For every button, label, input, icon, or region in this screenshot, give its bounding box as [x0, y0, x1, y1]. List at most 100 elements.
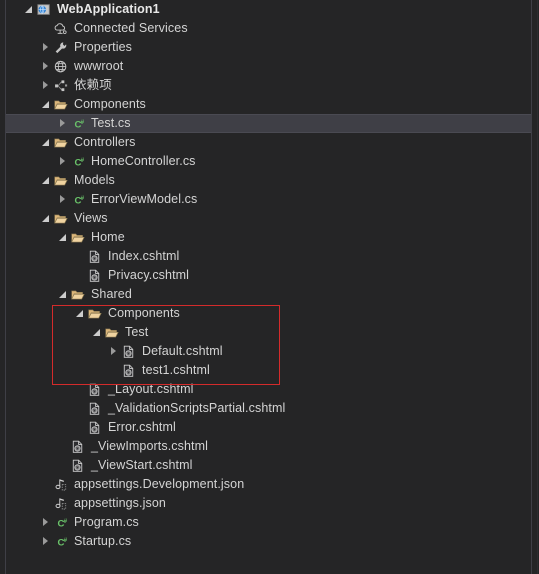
svg-text:#: # [64, 518, 68, 525]
razor-file-icon: @ [87, 418, 104, 437]
tree-item[interactable]: Views [6, 209, 531, 228]
folder-open-icon [70, 285, 87, 304]
tree-item-label: Startup.cs [74, 534, 132, 548]
tree-item-label: wwwroot [74, 59, 124, 73]
tree-item[interactable]: @ Privacy.cshtml [6, 266, 531, 285]
svg-text:#: # [81, 119, 85, 126]
chevron-right-icon[interactable] [39, 532, 53, 551]
chevron-down-icon[interactable] [56, 285, 70, 304]
tree-item[interactable]: @ test1.cshtml [6, 361, 531, 380]
tree-item-label: Index.cshtml [108, 249, 180, 263]
chevron-right-icon[interactable] [39, 57, 53, 76]
tree-item[interactable]: Models [6, 171, 531, 190]
chevron-right-icon[interactable] [39, 38, 53, 57]
tree-item[interactable]: C # ErrorViewModel.cs [6, 190, 531, 209]
chevron-right-icon[interactable] [39, 76, 53, 95]
tree-item[interactable]: @ Index.cshtml [6, 247, 531, 266]
tree-item[interactable]: Controllers [6, 133, 531, 152]
chevron-down-icon[interactable] [39, 171, 53, 190]
tree-item[interactable]: Home [6, 228, 531, 247]
tree-item[interactable]: @ _ViewImports.cshtml [6, 437, 531, 456]
tree-item[interactable]: C # Startup.cs [6, 532, 531, 551]
tree-item-label: Test.cs [91, 116, 131, 130]
csharp-file-icon: C # [70, 190, 87, 209]
chevron-right-icon[interactable] [56, 152, 70, 171]
tree-item-label: test1.cshtml [142, 363, 210, 377]
tree-item-label: _ViewImports.cshtml [91, 439, 208, 453]
tree-item[interactable]: appsettings.Development.json [6, 475, 531, 494]
tree-item[interactable]: Shared [6, 285, 531, 304]
tree-item[interactable]: appsettings.json [6, 494, 531, 513]
chevron-right-icon[interactable] [56, 114, 70, 133]
tree-item-label: Components [74, 97, 146, 111]
razor-file-icon: @ [87, 399, 104, 418]
razor-file-icon: @ [87, 247, 104, 266]
tree-item[interactable]: Components [6, 304, 531, 323]
razor-file-icon: @ [87, 266, 104, 285]
tree-item-label: Program.cs [74, 515, 139, 529]
tree-item[interactable]: @ Error.cshtml [6, 418, 531, 437]
folder-open-icon [53, 171, 70, 190]
chevron-right-icon[interactable] [107, 342, 121, 361]
csharp-file-icon: C # [70, 152, 87, 171]
tree-item[interactable]: C # Test.cs [6, 114, 531, 133]
tree-item[interactable]: Connected Services [6, 19, 531, 38]
tree-item-label: _ValidationScriptsPartial.cshtml [108, 401, 286, 415]
svg-text:@: @ [75, 446, 80, 451]
folder-open-icon [53, 133, 70, 152]
razor-file-icon: @ [70, 456, 87, 475]
project-tree[interactable]: WebApplication1 Connected Services Propert… [6, 0, 531, 574]
chevron-down-icon[interactable] [90, 323, 104, 342]
tree-item-label: Views [74, 211, 108, 225]
tree-item[interactable]: @ _ViewStart.cshtml [6, 456, 531, 475]
tree-item-label: 依赖项 [74, 78, 112, 92]
panel-right-border [531, 0, 532, 574]
tree-item[interactable]: @ Default.cshtml [6, 342, 531, 361]
tree-item-label: Components [108, 306, 180, 320]
tree-item-label: HomeController.cs [91, 154, 196, 168]
project-web-icon [36, 0, 53, 19]
chevron-down-icon[interactable] [39, 95, 53, 114]
tree-item-label: Connected Services [74, 21, 188, 35]
chevron-down-icon[interactable] [56, 228, 70, 247]
razor-file-icon: @ [121, 361, 138, 380]
svg-text:@: @ [126, 351, 131, 356]
tree-item[interactable]: @ _Layout.cshtml [6, 380, 531, 399]
folder-open-icon [104, 323, 121, 342]
tree-item[interactable]: C # Program.cs [6, 513, 531, 532]
chevron-down-icon[interactable] [73, 304, 87, 323]
tree-item[interactable]: Test [6, 323, 531, 342]
svg-text:@: @ [75, 465, 80, 470]
tree-item-label: Default.cshtml [142, 344, 223, 358]
chevron-down-icon[interactable] [39, 209, 53, 228]
svg-text:#: # [81, 157, 85, 164]
tree-item-label: _Layout.cshtml [108, 382, 194, 396]
tree-item[interactable]: wwwroot [6, 57, 531, 76]
csharp-file-icon: C # [70, 114, 87, 133]
svg-text:@: @ [92, 427, 97, 432]
chevron-down-icon[interactable] [22, 0, 36, 19]
chevron-right-icon[interactable] [56, 190, 70, 209]
tree-item-label: Error.cshtml [108, 420, 176, 434]
wrench-icon [53, 38, 70, 57]
tree-item[interactable]: 依赖项 [6, 76, 531, 95]
svg-text:@: @ [92, 256, 97, 261]
tree-item[interactable]: Properties [6, 38, 531, 57]
chevron-down-icon[interactable] [39, 133, 53, 152]
tree-item-label: Shared [91, 287, 132, 301]
tree-item[interactable]: C # HomeController.cs [6, 152, 531, 171]
tree-item[interactable]: WebApplication1 [6, 0, 531, 19]
tree-item-label: Test [125, 325, 149, 339]
folder-open-icon [87, 304, 104, 323]
svg-text:#: # [64, 537, 68, 544]
tree-item[interactable]: @ _ValidationScriptsPartial.cshtml [6, 399, 531, 418]
chevron-right-icon[interactable] [39, 513, 53, 532]
tree-item[interactable]: Components [6, 95, 531, 114]
folder-open-icon [53, 95, 70, 114]
tree-item-label: WebApplication1 [57, 2, 160, 16]
